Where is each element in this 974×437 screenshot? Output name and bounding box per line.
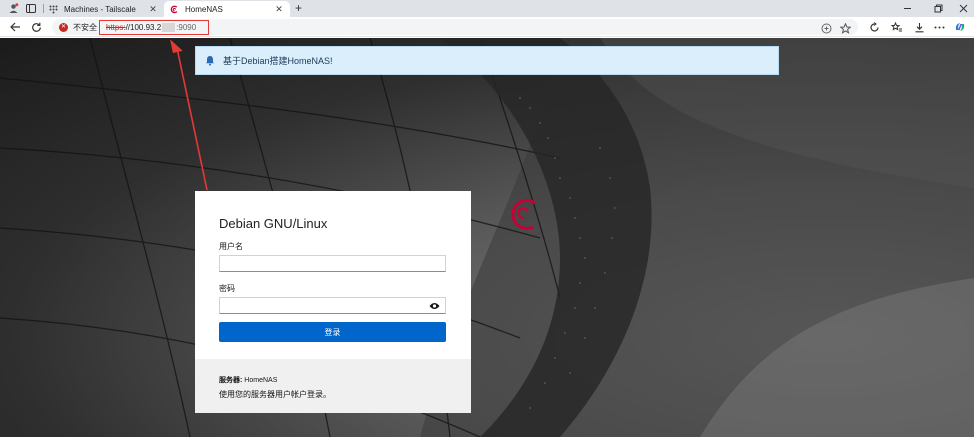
server-info: 服务器: HomeNAS bbox=[219, 375, 277, 385]
tab-strip: Machines - Tailscale ✕ HomeNAS ✕ + bbox=[0, 0, 974, 17]
username-input[interactable] bbox=[219, 255, 446, 272]
login-title: Debian GNU/Linux bbox=[219, 216, 328, 231]
info-notice-banner: 基于Debian搭建HomeNAS! bbox=[195, 46, 779, 75]
reload-button[interactable] bbox=[29, 20, 43, 34]
bell-icon bbox=[204, 55, 216, 67]
annotation-highlight-box bbox=[99, 20, 209, 35]
login-footer: 服务器: HomeNAS 使用您的服务器用户帐户登录。 bbox=[195, 359, 471, 413]
server-name: HomeNAS bbox=[244, 377, 278, 384]
login-button[interactable]: 登录 bbox=[219, 322, 446, 342]
profile-icon[interactable] bbox=[6, 2, 20, 15]
password-input[interactable] bbox=[219, 297, 446, 314]
back-button[interactable] bbox=[8, 20, 22, 34]
login-card: Debian GNU/Linux 用户名 密码 登录 服务器: HomeNAS … bbox=[195, 191, 471, 413]
more-menu-icon[interactable] bbox=[932, 20, 946, 34]
server-note: 使用您的服务器用户帐户登录。 bbox=[219, 390, 331, 399]
password-label: 密码 bbox=[219, 284, 235, 293]
favorite-star-icon[interactable] bbox=[839, 22, 851, 34]
debian-icon bbox=[170, 5, 179, 14]
copilot-icon[interactable] bbox=[953, 20, 967, 34]
workspaces-icon[interactable] bbox=[24, 2, 38, 15]
tab-homenas[interactable]: HomeNAS ✕ bbox=[164, 1, 290, 17]
favorites-icon[interactable] bbox=[890, 20, 904, 34]
close-tab-icon[interactable]: ✕ bbox=[148, 4, 158, 14]
notice-text: 基于Debian搭建HomeNAS! bbox=[223, 56, 333, 66]
downloads-icon[interactable] bbox=[912, 20, 926, 34]
close-window-button[interactable] bbox=[949, 1, 974, 16]
maximize-button[interactable] bbox=[924, 1, 952, 16]
show-password-eye-icon[interactable] bbox=[429, 301, 440, 311]
tab-title: HomeNAS bbox=[185, 4, 223, 14]
new-tab-button[interactable]: + bbox=[292, 2, 305, 15]
security-label: 不安全 bbox=[73, 22, 97, 32]
page-background: 基于Debian搭建HomeNAS! Debian GNU/Linux 用户名 … bbox=[0, 38, 974, 437]
tab-machines-tailscale[interactable]: Machines - Tailscale ✕ bbox=[43, 1, 164, 17]
close-tab-icon[interactable]: ✕ bbox=[274, 4, 284, 14]
security-indicator[interactable]: ✕ 不安全 bbox=[59, 21, 97, 33]
minimize-button[interactable] bbox=[893, 1, 921, 16]
server-label: 服务器: bbox=[219, 377, 243, 384]
tailscale-icon bbox=[49, 5, 58, 14]
refresh-extension-icon[interactable] bbox=[867, 20, 881, 34]
username-label: 用户名 bbox=[219, 242, 243, 251]
tab-title: Machines - Tailscale bbox=[64, 4, 136, 14]
not-secure-icon: ✕ bbox=[59, 22, 68, 32]
architecture-background-image bbox=[0, 38, 974, 437]
read-aloud-icon[interactable] bbox=[820, 22, 832, 34]
